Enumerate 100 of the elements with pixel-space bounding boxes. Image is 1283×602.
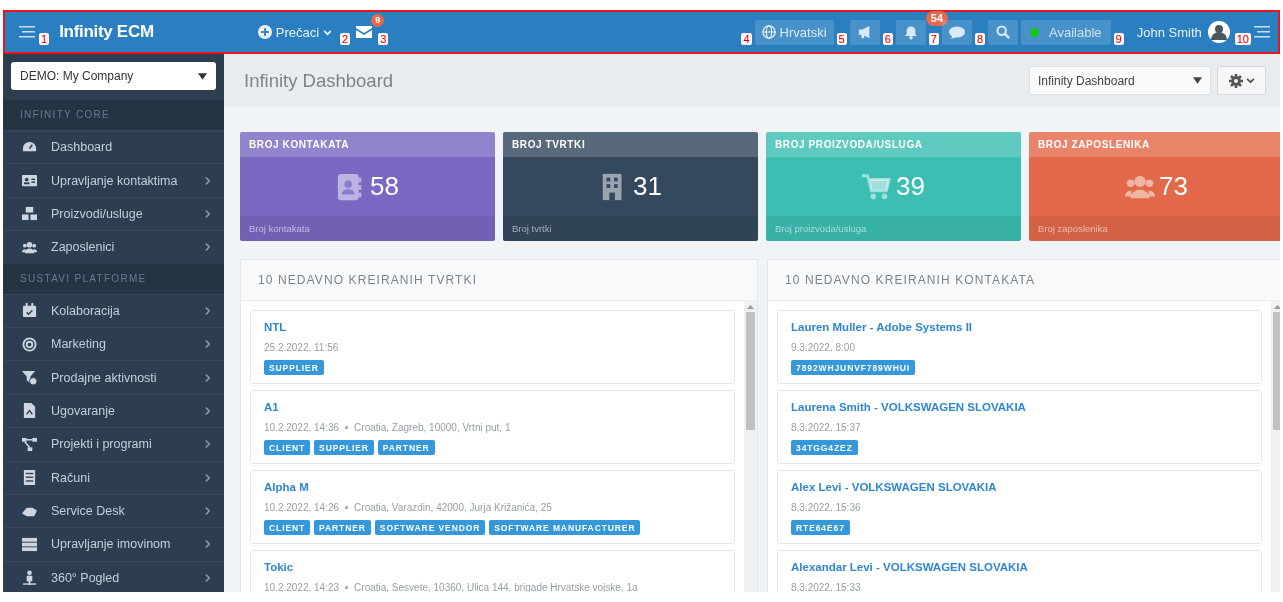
section-header: SUSTAVI PLATFORME xyxy=(3,263,224,294)
company-select[interactable]: DEMO: My Company xyxy=(11,62,216,90)
tag-label: SUPPLIER xyxy=(264,360,324,375)
list-card[interactable]: A1 10.2.2022. 14:36 Croatia, Zagreb, 10000, Vrtni put, 1 CLIENT SUPPLIER PARTNER xyxy=(250,390,735,464)
scroll-up-arrow-icon[interactable] xyxy=(747,305,754,309)
sidebar-item[interactable]: Upravljanje imovinom xyxy=(3,527,224,561)
dashboard-select[interactable]: Infinity Dashboard xyxy=(1029,66,1211,95)
list-card[interactable]: NTL 25.2.2022. 11:56 SUPPLIER xyxy=(250,310,735,384)
stat-value: 73 xyxy=(1159,171,1188,202)
list-card[interactable]: Alex Levi - VOLKSWAGEN SLOVAKIA 8.3.2022. 15:36 RTE64E67 xyxy=(777,470,1262,544)
user-menu[interactable]: John Smith xyxy=(1134,18,1232,46)
status-dot xyxy=(1030,27,1040,37)
record-name[interactable]: NTL xyxy=(264,321,721,333)
target-icon xyxy=(22,336,37,352)
record-name[interactable]: A1 xyxy=(264,401,721,413)
announcements-button[interactable] xyxy=(849,19,880,45)
stat-card[interactable]: BROJ ZAPOSLENIKA 73 Broj zaposlenika xyxy=(1029,132,1280,241)
tag-label: PARTNER xyxy=(314,520,371,535)
menu-button[interactable] xyxy=(1254,26,1270,38)
sidebar-item[interactable]: Ugovaranje xyxy=(3,393,224,428)
id-card-icon xyxy=(22,173,37,189)
language-button[interactable]: Hrvatski xyxy=(754,19,834,45)
count-badge: 9 xyxy=(371,14,385,27)
receipt-icon xyxy=(22,470,37,486)
stat-card[interactable]: BROJ TVRTKI 31 Broj tvrtki xyxy=(503,132,758,241)
tag-label: 34TGG4ZEZ xyxy=(791,440,858,455)
callout-number: 8 xyxy=(974,33,986,45)
sidebar-item[interactable]: Projekti i programi xyxy=(3,427,224,461)
search-button[interactable] xyxy=(988,19,1019,45)
record-date: 8.3.2022. 15:37 xyxy=(791,422,861,433)
list-card[interactable]: Lauren Muller - Adobe Systems II 9.3.2022. 8:00 7892WHJUNVF789WHUI xyxy=(777,310,1262,384)
callout-number: 2 xyxy=(340,33,351,45)
tag-label: SUPPLIER xyxy=(314,440,374,455)
sidebar-item[interactable]: Service Desk xyxy=(3,493,224,528)
settings-button[interactable] xyxy=(1217,66,1266,95)
record-name[interactable]: Tokic xyxy=(264,561,721,573)
record-name[interactable]: Alpha M xyxy=(264,481,721,493)
status-button[interactable]: Available xyxy=(1021,19,1111,45)
stat-caption: Broj kontakata xyxy=(249,223,310,234)
sidebar-item[interactable]: 360° Pogled xyxy=(3,560,224,592)
tag-label: RTE64E67 xyxy=(791,520,850,535)
record-date: 10.2.2022. 14:23 xyxy=(264,582,340,592)
record-name[interactable]: Alex Levi - VOLKSWAGEN SLOVAKIA xyxy=(791,481,1248,493)
sidebar-item[interactable]: Zaposlenici xyxy=(3,230,224,264)
dropdown-caret-icon xyxy=(1193,77,1202,84)
sidebar-item[interactable]: Prodajne aktivnosti xyxy=(3,360,224,394)
sidebar-item[interactable]: Računi xyxy=(3,460,224,494)
chat-button[interactable] xyxy=(941,19,972,45)
stat-value: 31 xyxy=(633,171,662,202)
scrollbar[interactable] xyxy=(744,301,757,592)
tag-label: CLIENT xyxy=(264,440,311,455)
record-date: 10.2.2022. 14:26 xyxy=(264,502,340,513)
list-card[interactable]: Laurena Smith - VOLKSWAGEN SLOVAKIA 8.3.2022. 15:37 34TGG4ZEZ xyxy=(777,390,1262,464)
record-date: 8.3.2022. 15:36 xyxy=(791,502,861,513)
plus-circle-icon xyxy=(257,25,272,39)
bell-icon xyxy=(903,24,918,40)
sidebar-item[interactable]: Proizvodi/usluge xyxy=(3,196,224,231)
record-date: 25.2.2022. 11:56 xyxy=(264,342,339,353)
sidebar-item[interactable]: Kolaboracija xyxy=(3,293,224,327)
search-icon xyxy=(996,25,1011,39)
messages-button[interactable] xyxy=(354,23,375,41)
list-card[interactable]: Alpha M 10.2.2022. 14:26 Croatia, Varazdin, 42000, Jurja Križanića, 25 CLIENT PARTNER SOFTWARE VENDOR SOFTWARE MANUFACTURER xyxy=(250,470,735,544)
chevron-down-icon xyxy=(323,27,333,37)
callout-number: 5 xyxy=(836,33,847,45)
record-address: Croatia, Varazdin, 42000, Jurja Križanića, 25 xyxy=(354,502,552,513)
sitemap-icon xyxy=(22,436,37,452)
funnel-icon xyxy=(22,370,37,386)
server-icon xyxy=(22,537,37,552)
record-name[interactable]: Alexandar Levi - VOLKSWAGEN SLOVAKIA xyxy=(791,561,1248,573)
tag-label: PARTNER xyxy=(377,440,435,455)
menu-button[interactable] xyxy=(19,26,35,38)
globe-icon xyxy=(761,25,776,39)
stat-title: BROJ KONTAKATA xyxy=(249,139,350,150)
bullet-icon xyxy=(345,586,349,589)
record-name[interactable]: Laurena Smith - VOLKSWAGEN SLOVAKIA xyxy=(791,401,1248,413)
callout-number: 10 xyxy=(1234,33,1251,45)
stat-title: BROJ TVRTKI xyxy=(512,139,586,150)
menu-icon xyxy=(19,26,35,38)
scroll-up-arrow-icon[interactable] xyxy=(1274,305,1280,309)
shortcuts-menu[interactable]: Prečaci xyxy=(253,22,337,42)
stat-card[interactable]: BROJ KONTAKATA 58 Broj kontakata xyxy=(240,132,495,241)
record-date: 8.3.2022. 15:33 xyxy=(791,582,861,592)
sidebar-item[interactable]: Marketing xyxy=(3,326,224,361)
sidebar-item[interactable]: Upravljanje kontaktima xyxy=(3,163,224,197)
tag-label: CLIENT xyxy=(264,520,311,535)
sidebar-item[interactable]: Dashboard xyxy=(3,130,224,164)
section-header: INFINITY CORE xyxy=(3,100,224,130)
calendar-icon xyxy=(22,303,37,319)
bullet-icon xyxy=(345,426,349,429)
menu-icon xyxy=(1254,26,1270,38)
stat-card[interactable]: BROJ PROIZVODA/USLUGA 39 Broj proizvoda/usluga xyxy=(766,132,1021,241)
person-icon xyxy=(22,570,37,586)
app-logo[interactable]: Infinity ECM xyxy=(59,22,154,42)
users-icon xyxy=(22,239,37,255)
stat-value: 58 xyxy=(370,171,399,202)
envelope-icon xyxy=(356,26,373,38)
notifications-button[interactable] xyxy=(895,19,926,45)
list-card[interactable]: Alexandar Levi - VOLKSWAGEN SLOVAKIA 8.3.2022. 15:33 xyxy=(777,550,1262,592)
record-date: 9.3.2022. 8:00 xyxy=(791,342,855,353)
record-name[interactable]: Lauren Muller - Adobe Systems II xyxy=(791,321,1248,333)
